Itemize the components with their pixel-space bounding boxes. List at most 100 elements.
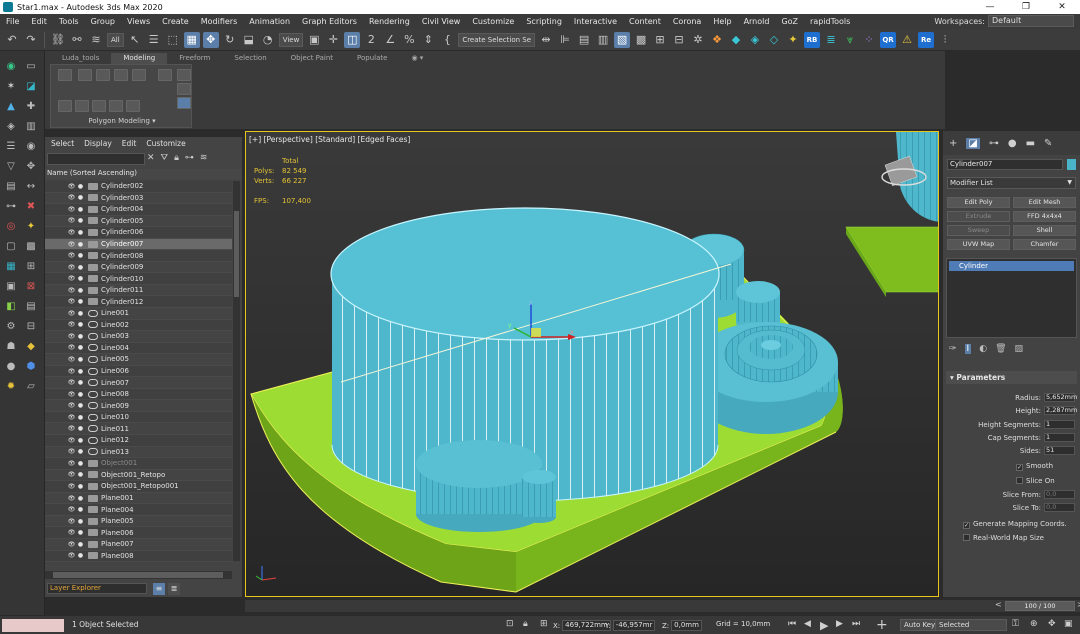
maximize-button[interactable]: ❐	[1008, 0, 1044, 14]
rect-selection-icon[interactable]: ⬚	[165, 32, 181, 48]
strip2-l-icon[interactable]: ⊠	[24, 279, 38, 293]
list-item[interactable]: 👁︎ ● Line002	[45, 319, 232, 332]
render-activeshade-icon[interactable]: ◇	[766, 32, 782, 48]
ribbon-polygon-button[interactable]	[114, 69, 128, 81]
visibility-eye-icon[interactable]: 👁︎	[67, 264, 76, 271]
strip2-n-icon[interactable]: ⊟	[24, 319, 38, 333]
plugin-chevron-icon[interactable]: ⩔	[842, 32, 858, 48]
list-item[interactable]: 👁︎ ● Cylinder012	[45, 296, 232, 309]
corona-render-icon[interactable]: ✦	[785, 32, 801, 48]
pin-stack-icon[interactable]: ✑	[949, 344, 957, 354]
undo-icon[interactable]: ↶	[4, 32, 20, 48]
unlink-icon[interactable]: ⚯	[69, 32, 85, 48]
go-to-start-icon[interactable]: ⏮	[788, 619, 796, 629]
strip2-h-icon[interactable]: ✖	[24, 199, 38, 213]
menu-customize[interactable]: Customize	[466, 17, 520, 26]
menu-civil-view[interactable]: Civil View	[416, 17, 467, 26]
list-item[interactable]: 👁︎ ● Line003	[45, 331, 232, 343]
visibility-eye-icon[interactable]: 👁︎	[67, 460, 76, 467]
show-end-result-icon[interactable]: Ⅰ	[964, 344, 972, 354]
layer-explorer-dropdown[interactable]: Layer Explorer	[47, 583, 147, 594]
freeze-dot-icon[interactable]: ●	[76, 217, 85, 224]
freeze-dot-icon[interactable]: ●	[76, 344, 85, 351]
zoom-extents-icon[interactable]: ⊕	[1030, 619, 1038, 629]
visibility-eye-icon[interactable]: 👁︎	[67, 402, 76, 409]
scene-search-input[interactable]	[47, 153, 145, 165]
list-item[interactable]: 👁︎ ● Cylinder010	[45, 273, 232, 285]
visibility-eye-icon[interactable]: 👁︎	[67, 333, 76, 340]
generate-mapping-checkbox[interactable]: ✓ Generate Mapping Coords.	[963, 519, 1080, 529]
edit-named-selections-icon[interactable]: {	[439, 32, 455, 48]
edit-poly-button[interactable]: Edit Poly	[947, 197, 1010, 208]
visibility-eye-icon[interactable]: 👁︎	[67, 506, 76, 513]
y-coordinate-field[interactable]: -46,957mr	[612, 620, 656, 631]
freeze-dot-icon[interactable]: ●	[76, 379, 85, 386]
x-coordinate-field[interactable]: 469,722mm	[562, 620, 611, 631]
play-icon[interactable]: ▶	[820, 619, 828, 632]
list-item[interactable]: 👁︎ ● Cylinder009	[45, 262, 232, 274]
make-unique-icon[interactable]: ◐	[979, 344, 987, 354]
list-item[interactable]: 👁︎ ● Cylinder007	[45, 238, 232, 251]
cone-icon[interactable]: ▽	[4, 159, 18, 173]
ribbon-edge-button[interactable]	[78, 69, 92, 81]
freeze-dot-icon[interactable]: ●	[76, 460, 85, 467]
menu-tools[interactable]: Tools	[53, 17, 85, 26]
object-color-swatch[interactable]	[1067, 159, 1076, 170]
menu-scripting[interactable]: Scripting	[520, 17, 568, 26]
visibility-eye-icon[interactable]: 👁︎	[67, 529, 76, 536]
freeze-dot-icon[interactable]: ●	[76, 483, 85, 490]
height-segments-input[interactable]: 1	[1044, 420, 1075, 429]
list-item[interactable]: 👁︎ ● Line009	[45, 400, 232, 412]
motion-tab-icon[interactable]: ●	[1008, 138, 1017, 149]
ribbon-tab-object-paint[interactable]: Object Paint	[279, 53, 345, 64]
freeze-dot-icon[interactable]: ●	[76, 414, 85, 421]
set-key-icon[interactable]: +	[876, 617, 888, 633]
freeze-dot-icon[interactable]: ●	[76, 264, 85, 271]
menu-edit[interactable]: Edit	[25, 17, 53, 26]
move-pivot-icon[interactable]: ✛	[325, 32, 341, 48]
slice-from-input[interactable]: 0,0	[1044, 490, 1075, 499]
previous-frame-icon[interactable]: ◀	[804, 619, 811, 629]
list-item[interactable]: 👁︎ ● Plane005	[45, 516, 232, 528]
curve-editor-icon[interactable]: ▩	[633, 32, 649, 48]
ribbon-tab-freeform[interactable]: Freeform	[167, 53, 222, 64]
menu-animation[interactable]: Animation	[243, 17, 296, 26]
freeze-dot-icon[interactable]: ●	[76, 310, 85, 317]
lock-icon[interactable]: 🔒︎	[174, 153, 179, 163]
selection-filter-dropdown[interactable]: All	[107, 32, 124, 47]
menu-file[interactable]: File	[0, 17, 25, 26]
menu-arnold[interactable]: Arnold	[738, 17, 776, 26]
freeze-dot-icon[interactable]: ●	[76, 391, 85, 398]
render-iterative-icon[interactable]: ◈	[747, 32, 763, 48]
visibility-eye-icon[interactable]: 👁︎	[67, 448, 76, 455]
light-bulb-icon[interactable]: ✹	[4, 379, 18, 393]
time-prev-button[interactable]: <	[995, 600, 1002, 609]
list-item[interactable]: 👁︎ ● Plane006	[45, 527, 232, 539]
key-mode-dropdown[interactable]: Selected	[935, 619, 1007, 631]
named-selection-set-dropdown[interactable]: Create Selection Se	[458, 32, 536, 47]
key-filters-icon[interactable]: ⚿	[1012, 619, 1019, 629]
next-frame-icon[interactable]: ▶	[836, 619, 843, 629]
paint-icon[interactable]: ◈	[4, 119, 18, 133]
list-item[interactable]: 👁︎ ● Cylinder011	[45, 285, 232, 297]
snaps-toggle-icon[interactable]: 2	[363, 32, 379, 48]
clear-search-icon[interactable]: ✕	[147, 153, 155, 163]
menu-corona[interactable]: Corona	[667, 17, 707, 26]
rb-plugin-icon[interactable]: RB	[804, 31, 821, 48]
list-item[interactable]: 👁︎ ● Line013	[45, 447, 232, 459]
ribbon-border-button[interactable]	[96, 69, 110, 81]
visibility-eye-icon[interactable]: 👁︎	[67, 495, 76, 502]
se-menu-select[interactable]: Select	[51, 139, 74, 148]
visibility-eye-icon[interactable]: 👁︎	[67, 437, 76, 444]
visibility-eye-icon[interactable]: 👁︎	[67, 287, 76, 294]
link-icon[interactable]: ⛓	[50, 32, 66, 48]
list-icon[interactable]: ☰	[4, 139, 18, 153]
ribbon-options-icon[interactable]: ◉ ▾	[399, 53, 435, 64]
modify-tab-icon[interactable]: ◪	[966, 137, 980, 149]
select-rotate-icon[interactable]: ↻	[222, 32, 238, 48]
create-helper-icon[interactable]: ✶	[4, 79, 18, 93]
slice-on-checkbox[interactable]: Slice On	[1016, 476, 1080, 486]
create-light-icon[interactable]: ◉	[4, 59, 18, 73]
freeze-dot-icon[interactable]: ●	[76, 206, 85, 213]
visibility-eye-icon[interactable]: 👁︎	[67, 541, 76, 548]
